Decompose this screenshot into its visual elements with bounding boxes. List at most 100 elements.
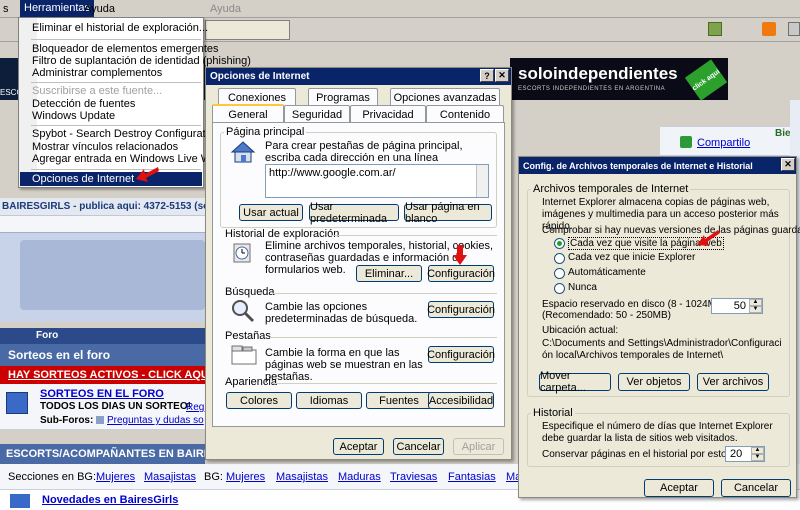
home-url-textarea[interactable]: http://www.google.com.ar/ bbox=[265, 164, 489, 198]
internet-options-cancel-button[interactable]: Cancelar bbox=[393, 438, 444, 455]
temp-files-dialog: Config. de Archivos temporales de Intern… bbox=[518, 156, 800, 498]
search-desc: Cambie las opciones predeterminadas de b… bbox=[265, 301, 418, 325]
secciones-link-masajistas[interactable]: Masajistas bbox=[144, 471, 196, 483]
share-link[interactable]: Compartilo bbox=[697, 137, 750, 149]
history-config-button[interactable]: Configuración bbox=[427, 265, 495, 282]
secciones-link-fantasias[interactable]: Fantasias bbox=[448, 471, 496, 483]
tf-cancel-label: Cancelar bbox=[733, 482, 779, 494]
disk-space-value: 50 bbox=[733, 300, 746, 312]
languages-button[interactable]: Idiomas bbox=[296, 392, 362, 409]
tab-seguridad[interactable]: Seguridad bbox=[284, 105, 350, 123]
fonts-label: Fuentes bbox=[379, 394, 419, 407]
fonts-button[interactable]: Fuentes bbox=[366, 392, 432, 409]
use-default-button[interactable]: Usar predeterminada bbox=[309, 201, 399, 225]
novedades-link[interactable]: Novedades en BairesGirls bbox=[42, 494, 178, 506]
menu-item-spybot[interactable]: Spybot - Search Destroy Configuration bbox=[32, 128, 220, 140]
tab-opciones-avanzadas[interactable]: Opciones avanzadas bbox=[390, 88, 500, 106]
secciones-link-mujeres[interactable]: Mujeres bbox=[96, 471, 135, 483]
tab-general[interactable]: General bbox=[212, 104, 284, 123]
view-objects-label: Ver objetos bbox=[626, 376, 682, 388]
escorts-header-text: ESCORTS/ACOMPAÑANTES EN BAIRE bbox=[6, 448, 212, 460]
subforos-link[interactable]: Preguntas y dudas so bbox=[107, 415, 204, 426]
tab-conexiones-label: Conexiones bbox=[227, 91, 287, 104]
use-blank-button[interactable]: Usar página en blanco bbox=[404, 201, 492, 225]
temp-files-titlebar: Config. de Archivos temporales de Intern… bbox=[519, 157, 796, 174]
tabs-config-label: Configuración bbox=[427, 348, 495, 361]
home-url-scrollbar[interactable] bbox=[476, 165, 488, 197]
delete-history-button[interactable]: Eliminar... bbox=[356, 265, 422, 282]
tab-programas[interactable]: Programas bbox=[308, 88, 378, 106]
red-arrow-config bbox=[453, 245, 467, 265]
tf-ok-label: Aceptar bbox=[660, 482, 698, 494]
tab-contenido[interactable]: Contenido bbox=[426, 105, 504, 123]
temp-files-cancel-button[interactable]: Cancelar bbox=[721, 479, 791, 497]
view-files-button[interactable]: Ver archivos bbox=[697, 373, 769, 391]
tab-privacidad[interactable]: Privacidad bbox=[350, 105, 426, 123]
history-days-group-label: Historial bbox=[531, 407, 575, 419]
menu-item-internet-options-hl[interactable]: Opciones de Internet bbox=[20, 172, 202, 186]
disk-space-down-arrow[interactable]: ▼ bbox=[749, 306, 762, 313]
use-blank-label: Usar página en blanco bbox=[405, 200, 480, 225]
forum-post-sub-link[interactable]: Reg bbox=[186, 402, 204, 413]
secciones-link-masajistas-2[interactable]: Masajistas bbox=[276, 471, 328, 483]
menu-item-feed-discovery[interactable]: Detección de fuentes bbox=[32, 98, 135, 110]
menu-item-internet-options[interactable]: Opciones de Internet bbox=[32, 173, 134, 185]
history-config-label: Configuración bbox=[427, 267, 495, 280]
radio-automatic[interactable] bbox=[554, 268, 565, 279]
internet-options-titlebar: Opciones de Internet bbox=[206, 68, 511, 85]
address-tab[interactable] bbox=[205, 20, 290, 40]
tabs-config-button[interactable]: Configuración bbox=[427, 346, 495, 363]
banner-badge[interactable]: click aqui bbox=[684, 59, 728, 101]
radio-never-label[interactable]: Nunca bbox=[568, 282, 597, 293]
use-current-button[interactable]: Usar actual bbox=[239, 204, 303, 221]
forum-alert-text[interactable]: HAY SORTEOS ACTIVOS - CLICK AQUI!! bbox=[8, 369, 219, 381]
menu-item-manage-addons[interactable]: Administrar complementos bbox=[32, 67, 162, 79]
secciones-link-traviesas[interactable]: Traviesas bbox=[390, 471, 437, 483]
radio-every-start[interactable] bbox=[554, 253, 565, 264]
menu-item-live-writer[interactable]: Agregar entrada en Windows Live Writer bbox=[32, 153, 230, 165]
menu-item-related-links[interactable]: Mostrar vínculos relacionados bbox=[32, 141, 178, 153]
tabs-group-line bbox=[270, 337, 497, 338]
secciones-link-mujeres-2[interactable]: Mujeres bbox=[226, 471, 265, 483]
forum-post-title[interactable]: SORTEOS EN EL FORO bbox=[40, 388, 164, 400]
share-icon[interactable] bbox=[680, 136, 692, 148]
colors-label: Colores bbox=[240, 394, 278, 407]
search-config-button[interactable]: Configuración bbox=[427, 301, 495, 318]
history-days-value: 20 bbox=[730, 448, 743, 460]
disk-space-spinner[interactable]: 50 ▲ ▼ bbox=[711, 298, 763, 314]
secciones-link-maduras[interactable]: Maduras bbox=[338, 471, 381, 483]
menu-ayuda[interactable]: Ayuda bbox=[84, 3, 115, 15]
accessibility-button[interactable]: Accesibilidad bbox=[428, 392, 494, 409]
toolbar-home-icon[interactable] bbox=[708, 22, 722, 36]
toolbar-print-icon[interactable] bbox=[788, 22, 800, 36]
toolbar-feed-icon[interactable] bbox=[762, 22, 776, 36]
menu-item-windows-update[interactable]: Windows Update bbox=[32, 110, 115, 122]
forum-post-row: SORTEOS EN EL FORO TODOS LOS DIAS UN SOR… bbox=[0, 384, 205, 430]
radio-automatic-label[interactable]: Automáticamente bbox=[568, 267, 646, 278]
menu-herramientas[interactable]: Herramientas bbox=[20, 0, 95, 17]
banner-right[interactable]: soloindependientes ESCORTS INDEPENDIENTE… bbox=[510, 58, 728, 101]
radio-every-visit[interactable] bbox=[554, 238, 565, 249]
close-title-button[interactable]: ✕ bbox=[495, 69, 509, 82]
radio-never[interactable] bbox=[554, 283, 565, 294]
forum-alert[interactable]: HAY SORTEOS ACTIVOS - CLICK AQUI!! bbox=[0, 366, 219, 384]
menu-item-phishing-filter[interactable]: Filtro de suplantación de identidad (phi… bbox=[32, 55, 251, 67]
temp-files-close-button[interactable]: ✕ bbox=[781, 158, 795, 171]
history-days-up-arrow[interactable]: ▲ bbox=[751, 447, 764, 454]
view-objects-button[interactable]: Ver objetos bbox=[618, 373, 690, 391]
menu-item-popup-blocker[interactable]: Bloqueador de elementos emergentes bbox=[32, 43, 219, 55]
help-title-button[interactable]: ? bbox=[480, 69, 494, 82]
move-folder-button[interactable]: Mover carpeta... bbox=[539, 370, 611, 394]
accessibility-label: Accesibilidad bbox=[428, 394, 494, 407]
menu-separator-4 bbox=[31, 169, 201, 170]
disk-space-up-arrow[interactable]: ▲ bbox=[749, 299, 762, 306]
history-days-spinner[interactable]: 20 ▲ ▼ bbox=[725, 446, 765, 462]
menu-item-delete-history[interactable]: Eliminar el historial de exploración... bbox=[32, 22, 208, 34]
banner-title: soloindependientes bbox=[518, 64, 678, 83]
menu-s[interactable]: s bbox=[3, 3, 9, 15]
temp-files-ok-button[interactable]: Aceptar bbox=[644, 479, 714, 497]
radio-every-start-label[interactable]: Cada vez que inicie Explorer bbox=[568, 252, 695, 263]
internet-options-ok-button[interactable]: Aceptar bbox=[333, 438, 384, 455]
colors-button[interactable]: Colores bbox=[226, 392, 292, 409]
history-days-down-arrow[interactable]: ▼ bbox=[751, 454, 764, 461]
